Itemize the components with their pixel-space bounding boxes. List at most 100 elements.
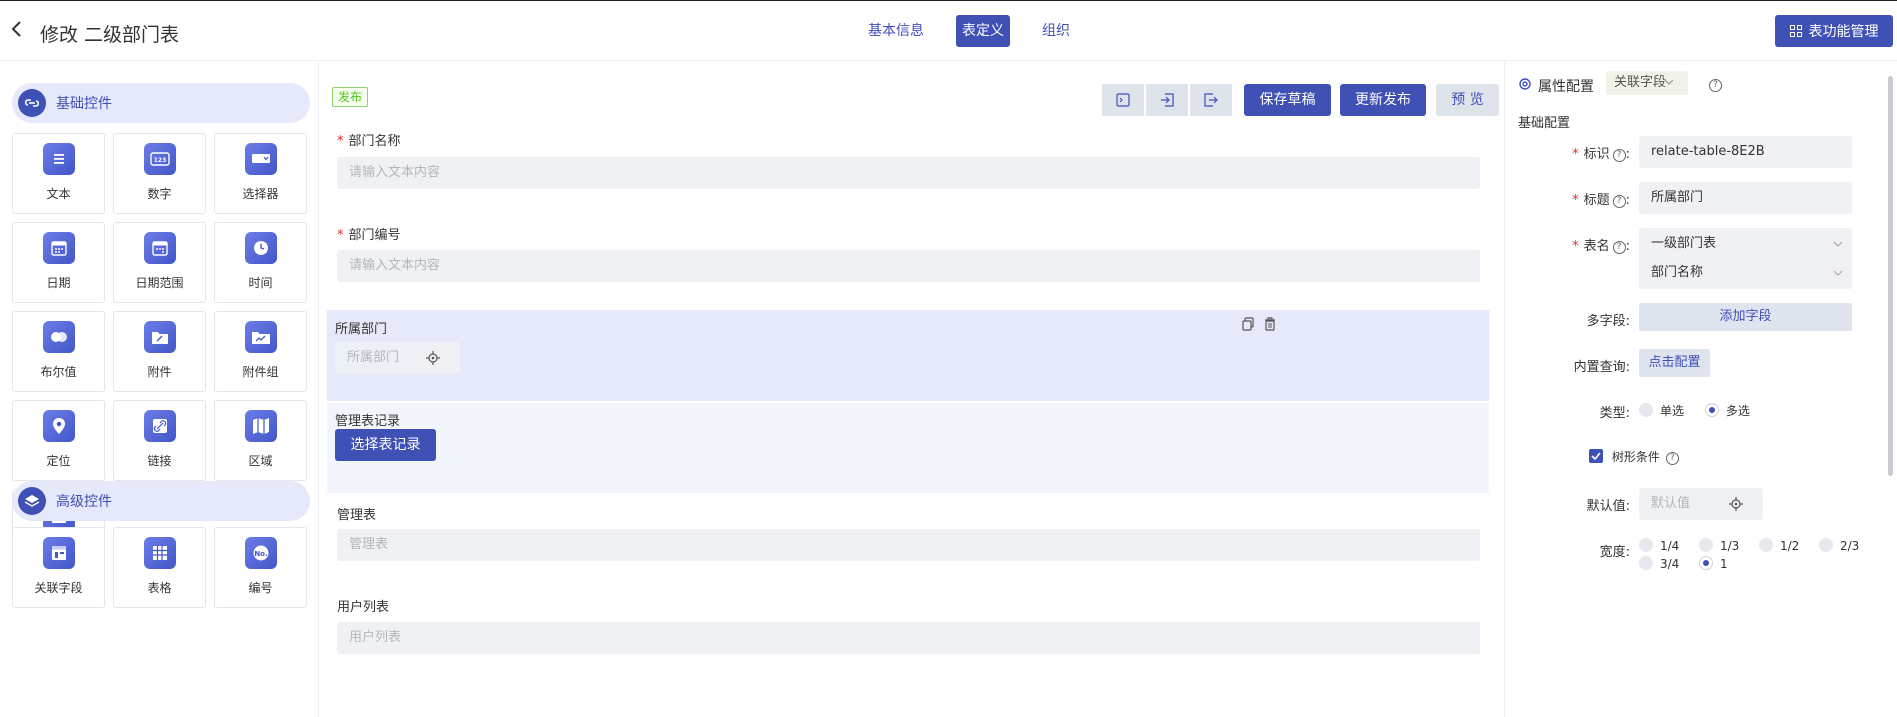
tab-basic-info[interactable]: 基本信息 xyxy=(858,15,934,47)
number-icon: 123 xyxy=(143,143,176,175)
locate-icon xyxy=(1729,497,1743,511)
widget-table[interactable]: 表格 xyxy=(113,527,206,608)
basic-widgets-group[interactable]: 基础控件 xyxy=(12,83,310,123)
preview-button[interactable]: 预 览 xyxy=(1436,84,1499,116)
radio-circle xyxy=(1704,403,1719,417)
table-record-block: 管理表记录 选择表记录 xyxy=(327,403,1489,493)
boolean-icon xyxy=(42,321,75,353)
help-icon[interactable]: ? xyxy=(1665,452,1679,465)
widget-time[interactable]: 时间 xyxy=(214,222,307,303)
section-basic-config: 基础配置 xyxy=(1518,116,1571,131)
width-option[interactable]: 3/4 xyxy=(1639,555,1699,573)
table-name-value: 一级部门表 xyxy=(1651,236,1717,251)
width-radio-group: 1/4 1/3 1/2 2/3 3/4 1 xyxy=(1639,537,1889,573)
radio-label: 1/4 xyxy=(1660,539,1680,553)
widget-label: 数字 xyxy=(147,187,172,201)
widget-boolean[interactable]: 布尔值 xyxy=(12,311,105,392)
table-field-select[interactable]: 部门名称 xyxy=(1639,257,1852,289)
help-icon[interactable]: ? xyxy=(1612,149,1626,162)
radio-circle xyxy=(1639,556,1653,570)
widget-number[interactable]: 123 数字 xyxy=(113,133,206,214)
radio-label: 3/4 xyxy=(1660,557,1680,571)
widget-label: 时间 xyxy=(248,276,273,290)
attachment-group-icon xyxy=(244,321,277,353)
save-draft-button[interactable]: 保存草稿 xyxy=(1244,84,1331,116)
help-icon[interactable]: ? xyxy=(1612,195,1626,208)
attachment-icon xyxy=(143,321,176,353)
table-function-management-button[interactable]: 表功能管理 xyxy=(1775,15,1893,47)
property-panel: 属性配置 关联字段 ? 基础配置 * 标识?: relate-table-8E2B… xyxy=(1505,62,1897,717)
default-value-input[interactable]: 默认值 xyxy=(1639,488,1763,520)
widget-attachment-group[interactable]: 附件组 xyxy=(214,311,307,392)
radio-circle xyxy=(1639,403,1653,417)
import-button[interactable] xyxy=(1146,84,1188,116)
export-button[interactable] xyxy=(1190,84,1232,116)
copy-field-button[interactable] xyxy=(1241,316,1255,331)
update-publish-button[interactable]: 更新发布 xyxy=(1340,84,1426,116)
user-list-input[interactable]: 用户列表 xyxy=(337,622,1480,654)
radio-label: 2/3 xyxy=(1840,539,1860,553)
radio-single[interactable]: 单选 xyxy=(1639,403,1684,418)
chevron-left-icon xyxy=(11,21,21,37)
widget-label: 关联字段 xyxy=(34,581,83,595)
width-option[interactable]: 1 xyxy=(1699,555,1759,573)
tree-condition-checkbox[interactable]: 树形条件? xyxy=(1589,448,1679,465)
multi-field-label: 多字段: xyxy=(1586,314,1630,329)
serial-number-icon: No. xyxy=(244,537,277,569)
page-header: 修改 二级部门表 基本信息 表定义 组织 表功能管理 xyxy=(0,1,1897,61)
tab-table-definition[interactable]: 表定义 xyxy=(956,15,1010,47)
configure-query-button[interactable]: 点击配置 xyxy=(1639,349,1710,377)
code-view-button[interactable] xyxy=(1102,84,1144,116)
field-label-text: 部门编号 xyxy=(348,228,401,243)
widget-relate-field[interactable]: 关联字段 xyxy=(12,527,105,608)
parent-dept-placeholder: 所属部门 xyxy=(347,350,400,365)
tab-organization[interactable]: 组织 xyxy=(1032,15,1080,47)
table-name-select[interactable]: 一级部门表 xyxy=(1639,228,1852,260)
field-label-manage-table: 管理表 xyxy=(337,508,377,523)
widget-label: 布尔值 xyxy=(40,365,77,379)
width-option[interactable]: 2/3 xyxy=(1819,537,1879,555)
select-table-record-button[interactable]: 选择表记录 xyxy=(335,429,436,461)
widget-link[interactable]: 链接 xyxy=(113,400,206,481)
width-option[interactable]: 1/3 xyxy=(1699,537,1759,555)
parent-dept-input[interactable]: 所属部门 xyxy=(335,342,460,374)
dept-code-input[interactable]: 请输入文本内容 xyxy=(337,250,1480,282)
delete-field-button[interactable] xyxy=(1263,316,1277,331)
widget-attachment[interactable]: 附件 xyxy=(113,311,206,392)
widget-region[interactable]: 区域 xyxy=(214,400,307,481)
radio-multi[interactable]: 多选 xyxy=(1704,403,1750,418)
table-field-value: 部门名称 xyxy=(1651,265,1704,280)
help-icon[interactable]: ? xyxy=(1709,79,1722,92)
help-icon[interactable]: ? xyxy=(1612,241,1626,254)
dept-name-input[interactable]: 请输入文本内容 xyxy=(337,157,1480,189)
title-input[interactable]: 所属部门 xyxy=(1639,182,1852,214)
widget-date[interactable]: 日期 xyxy=(12,222,105,303)
width-option[interactable]: 1/4 xyxy=(1639,537,1699,555)
title-label-text: 标题 xyxy=(1583,193,1610,208)
manage-table-input[interactable]: 管理表 xyxy=(337,529,1480,561)
id-input[interactable]: relate-table-8E2B xyxy=(1639,136,1852,168)
widget-label: 编号 xyxy=(248,581,273,595)
field-type-value: 关联字段 xyxy=(1614,75,1667,90)
width-option[interactable]: 1/2 xyxy=(1759,537,1819,555)
widget-text[interactable]: 文本 xyxy=(12,133,105,214)
back-button[interactable] xyxy=(10,19,32,41)
type-label: 类型: xyxy=(1599,406,1630,421)
selector-icon xyxy=(244,143,277,175)
region-icon xyxy=(244,410,277,442)
widget-selector[interactable]: 选择器 xyxy=(214,133,307,214)
widget-serial-number[interactable]: No. 编号 xyxy=(214,527,307,608)
checkbox-checked-icon xyxy=(1589,449,1603,463)
props-scrollbar[interactable] xyxy=(1888,76,1893,476)
widget-location[interactable]: 定位 xyxy=(12,400,105,481)
link-chain-icon xyxy=(18,89,46,117)
widget-date-range[interactable]: 日期范围 xyxy=(113,222,206,303)
relate-field-icon xyxy=(42,537,75,569)
selected-field-block[interactable]: 所属部门 所属部门 xyxy=(327,310,1489,401)
widget-palette: 基础控件 文本 123 数字 选择器 日期 日期范围 时间 布尔值 附件 附件组… xyxy=(0,62,318,717)
advanced-widgets-group[interactable]: 高级控件 xyxy=(12,481,310,521)
add-field-button[interactable]: 添加字段 xyxy=(1639,303,1852,331)
field-type-select[interactable]: 关联字段 xyxy=(1606,71,1688,95)
colon: : xyxy=(1625,239,1630,254)
colon: : xyxy=(1625,193,1630,208)
